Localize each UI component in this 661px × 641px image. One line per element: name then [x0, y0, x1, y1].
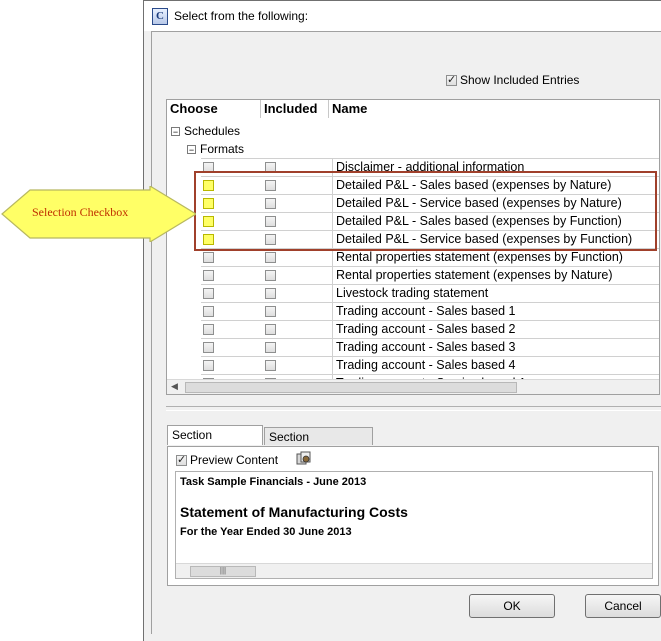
scroll-thumb[interactable] [185, 382, 517, 393]
grid-horizontal-scrollbar[interactable]: ◀ [167, 379, 659, 394]
row-name: Trading account - Sales based 2 [332, 321, 516, 338]
row-name: Trading account - Sales based 4 [332, 357, 516, 374]
group-label: Schedules [184, 124, 241, 138]
row-name: Trading account - Sales based 1 [332, 303, 516, 320]
header-included[interactable]: Included [261, 100, 329, 118]
cancel-button[interactable]: Cancel [585, 594, 661, 618]
show-included-option[interactable]: Show Included Entries [446, 73, 579, 87]
table-row[interactable]: Trading account - Sales based 3 [201, 338, 659, 356]
included-checkbox[interactable] [265, 306, 276, 317]
pane-splitter[interactable] [166, 406, 661, 411]
choose-checkbox[interactable] [203, 270, 214, 281]
choose-checkbox[interactable] [203, 306, 214, 317]
highlight-box [194, 171, 657, 251]
tab-section-preview[interactable]: Section Preview [167, 425, 263, 460]
preview-horizontal-scrollbar[interactable]: ||| [176, 563, 652, 578]
row-name: Rental properties statement (expenses by… [332, 249, 623, 266]
dialog-title: Select from the following: [174, 9, 309, 23]
row-name: Livestock trading statement [332, 285, 488, 302]
grid-header: Choose Included Name [167, 100, 659, 118]
included-checkbox[interactable] [265, 324, 276, 335]
scroll-thumb[interactable]: ||| [190, 566, 256, 577]
preview-panel: Preview Content Task Sample Financials -… [167, 446, 659, 586]
preview-title: Statement of Manufacturing Costs [180, 504, 408, 520]
callout-label: Selection Checkbox [32, 205, 129, 219]
table-row[interactable]: Trading account - Sales based 1 [201, 302, 659, 320]
tree-group-formats[interactable]: − Formats [187, 141, 244, 158]
choose-checkbox[interactable] [203, 288, 214, 299]
subgroup-label: Formats [200, 142, 245, 156]
header-choose[interactable]: Choose [167, 100, 261, 118]
preview-content-label: Preview Content [190, 453, 279, 467]
app-icon: C [152, 8, 168, 25]
choose-checkbox[interactable] [203, 324, 214, 335]
document-settings-icon[interactable] [296, 451, 312, 465]
included-checkbox[interactable] [265, 342, 276, 353]
included-checkbox[interactable] [265, 270, 276, 281]
preview-org-line: Task Sample Financials - June 2013 [180, 476, 367, 488]
included-checkbox[interactable] [265, 252, 276, 263]
included-checkbox[interactable] [265, 360, 276, 371]
collapse-icon[interactable]: − [171, 127, 180, 137]
collapse-icon[interactable]: − [187, 145, 196, 155]
choose-checkbox[interactable] [203, 342, 214, 353]
header-name[interactable]: Name [329, 100, 659, 118]
table-row[interactable]: Trading account - Sales based 2 [201, 320, 659, 338]
included-checkbox[interactable] [265, 288, 276, 299]
row-name: Rental properties statement (expenses by… [332, 267, 613, 284]
row-name: Trading account - Sales based 3 [332, 339, 516, 356]
ok-button[interactable]: OK [469, 594, 555, 618]
show-included-checkbox[interactable] [446, 73, 457, 86]
tab-section-description[interactable]: Section Description [264, 427, 373, 462]
preview-document: Task Sample Financials - June 2013 State… [175, 471, 653, 579]
title-bar: C Select from the following: [144, 1, 661, 31]
scroll-left-icon[interactable]: ◀ [171, 381, 178, 392]
show-included-label: Show Included Entries [460, 73, 580, 87]
choose-checkbox[interactable] [203, 360, 214, 371]
tree-group-schedules[interactable]: − Schedules [171, 123, 240, 140]
preview-content-option[interactable]: Preview Content [176, 453, 278, 467]
preview-subtitle: For the Year Ended 30 June 2013 [180, 526, 352, 538]
preview-content-checkbox[interactable] [176, 453, 187, 466]
table-row[interactable]: Livestock trading statement [201, 284, 659, 302]
table-row[interactable]: Trading account - Sales based 4 [201, 356, 659, 374]
table-row[interactable]: Rental properties statement (expenses by… [201, 266, 659, 284]
choose-checkbox[interactable] [203, 252, 214, 263]
